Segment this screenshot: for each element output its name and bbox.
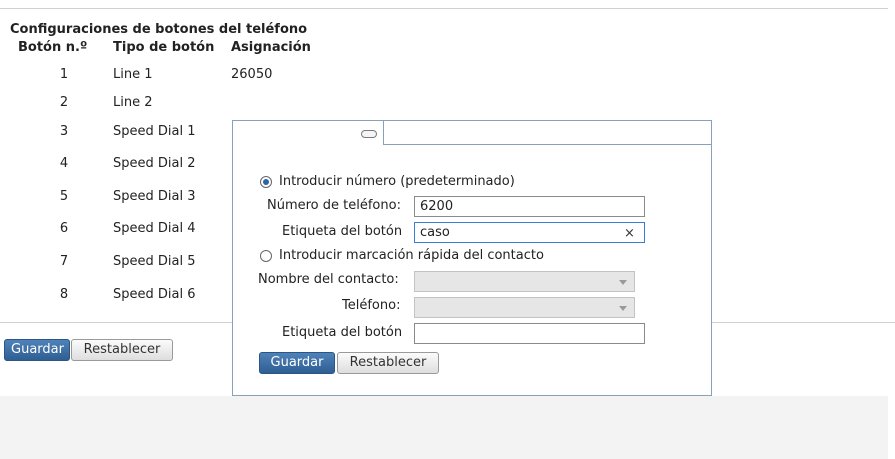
row-4-number: 4 xyxy=(59,156,69,171)
row-3-number: 3 xyxy=(59,124,69,139)
row-3-type: Speed Dial 1 xyxy=(113,124,196,139)
row-8-type: Speed Dial 6 xyxy=(113,287,196,302)
row-1-assignment: 26050 xyxy=(231,67,273,82)
row-4-type: Speed Dial 2 xyxy=(113,156,196,171)
footer-panel xyxy=(0,396,888,459)
radio-contact-speed-dial[interactable] xyxy=(260,250,272,262)
save-button[interactable]: Guardar xyxy=(4,339,70,361)
chevron-down-icon xyxy=(619,280,627,285)
phone-number-label: Número de teléfono: xyxy=(267,198,401,213)
reset-button[interactable]: Restablecer xyxy=(71,339,173,361)
header-button-number: Botón n.º xyxy=(18,40,88,55)
row-2-type: Line 2 xyxy=(113,95,153,110)
contact-name-select[interactable] xyxy=(414,271,635,292)
header-button-type: Tipo de botón xyxy=(113,40,215,55)
button-label-input[interactable]: caso xyxy=(414,222,645,243)
row-1-number: 1 xyxy=(59,67,69,82)
row-1-type: Line 1 xyxy=(113,67,153,82)
contact-phone-label: Teléfono: xyxy=(342,298,401,313)
contact-button-label-label: Etiqueta del botón xyxy=(282,325,403,340)
option-contact-speed-dial-label: Introducir marcación rápida del contacto xyxy=(279,248,544,263)
top-divider xyxy=(0,8,888,9)
minimize-icon[interactable] xyxy=(361,130,377,138)
clear-icon[interactable]: × xyxy=(624,227,635,240)
contact-button-label-input[interactable] xyxy=(414,323,645,344)
row-7-type: Speed Dial 5 xyxy=(113,254,196,269)
option-enter-number-label: Introducir número (predeterminado) xyxy=(279,174,515,189)
table-divider xyxy=(0,322,232,323)
row-6-type: Speed Dial 4 xyxy=(113,221,196,236)
popup-save-button[interactable]: Guardar xyxy=(259,352,335,374)
header-assignment: Asignación xyxy=(231,40,311,55)
radio-enter-number[interactable] xyxy=(260,176,272,188)
row-5-number: 5 xyxy=(59,189,69,204)
button-label-label: Etiqueta del botón xyxy=(282,224,403,239)
contact-name-label: Nombre del contacto: xyxy=(258,272,399,287)
contact-phone-select[interactable] xyxy=(414,297,635,318)
row-7-number: 7 xyxy=(59,254,69,269)
popup-reset-button[interactable]: Restablecer xyxy=(337,352,439,374)
popup-top-edge xyxy=(384,144,712,145)
row-5-type: Speed Dial 3 xyxy=(113,189,196,204)
section-title: Configuraciones de botones del teléfono xyxy=(10,22,308,37)
table-divider-right xyxy=(712,322,895,323)
row-6-number: 6 xyxy=(59,221,69,236)
chevron-down-icon xyxy=(619,306,627,311)
row-8-number: 8 xyxy=(59,287,69,302)
phone-number-input[interactable]: 6200 xyxy=(414,196,645,217)
row-2-number: 2 xyxy=(59,95,69,110)
